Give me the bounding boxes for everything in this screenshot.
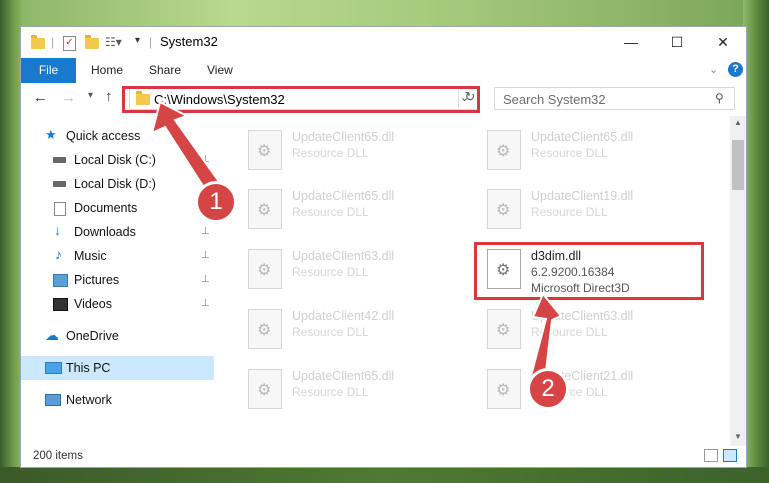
annotation-arrows: [150, 100, 563, 382]
step-2-badge: 2: [527, 368, 569, 410]
step-1-badge: 1: [195, 181, 237, 223]
